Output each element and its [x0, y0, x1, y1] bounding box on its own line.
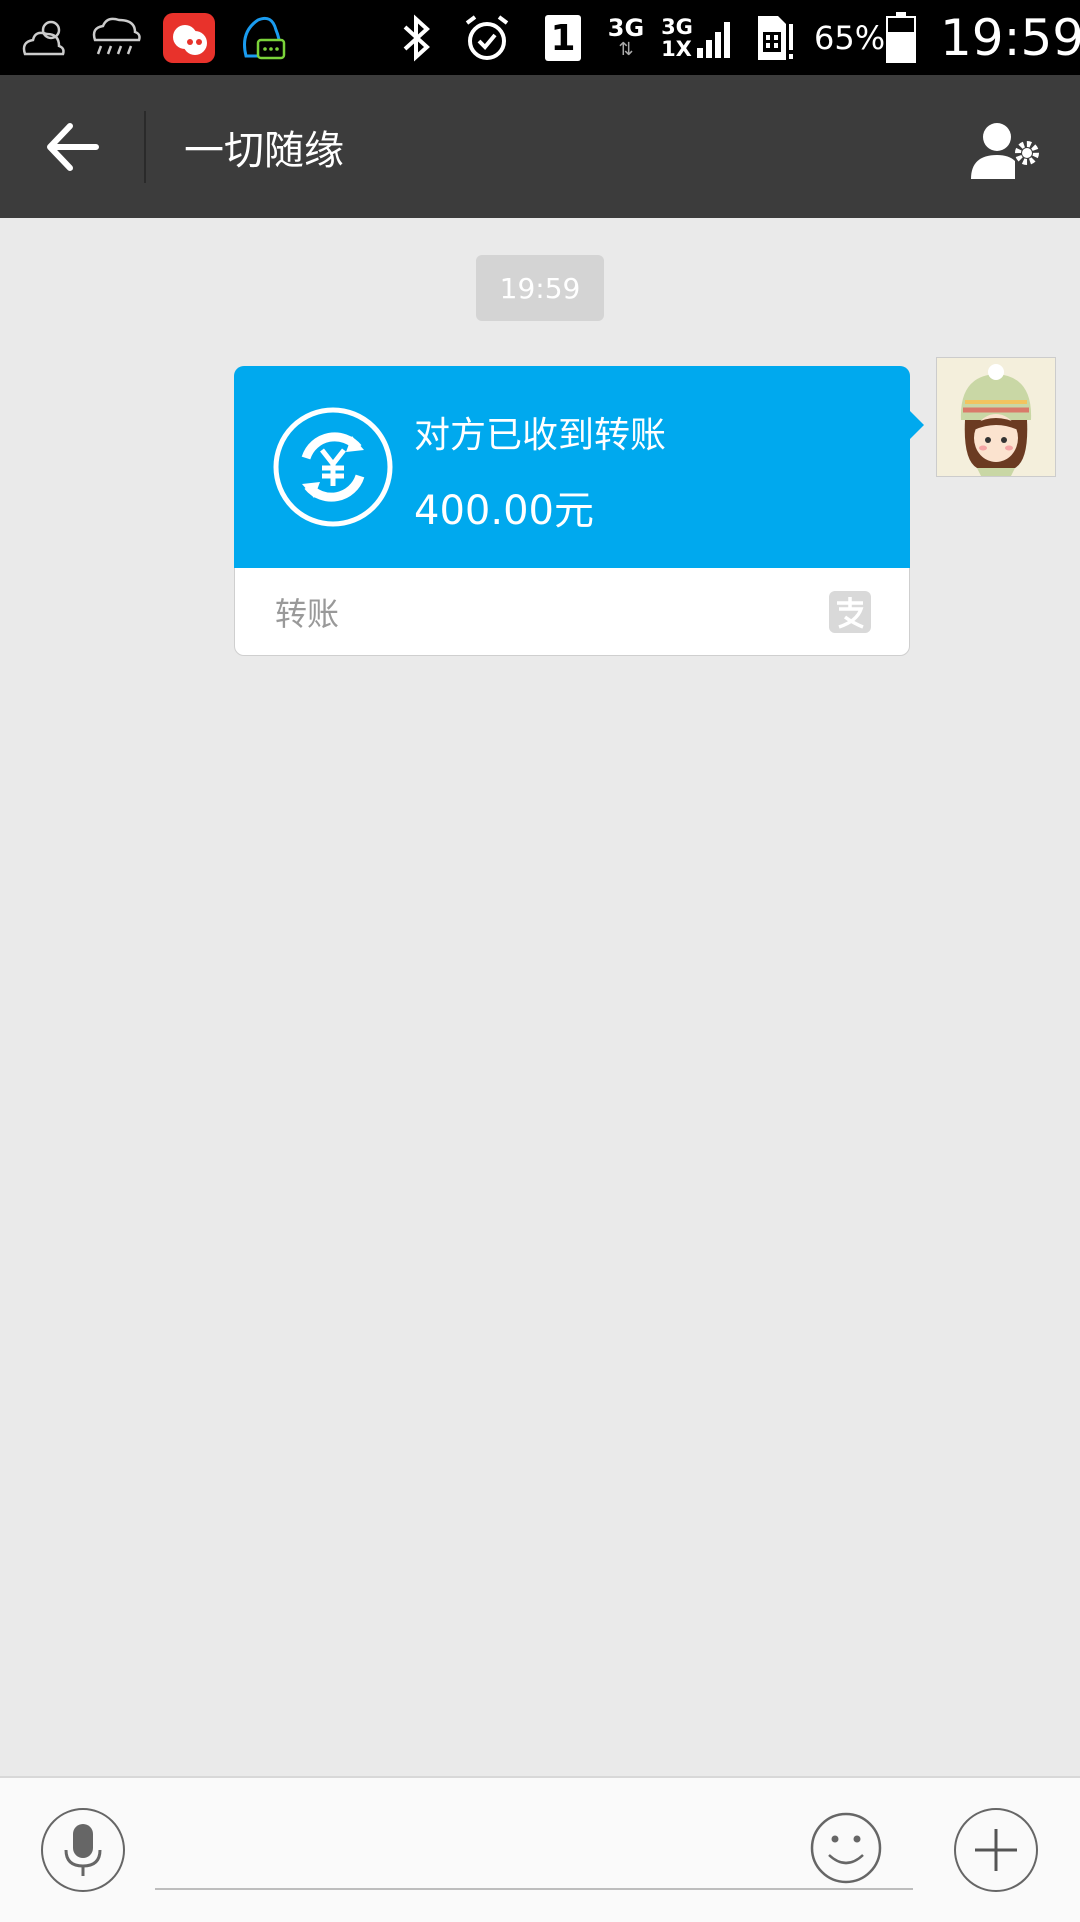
message-text-input[interactable]: [155, 1812, 913, 1890]
weather-rain-icon: [88, 10, 144, 66]
user-avatar-image: [937, 358, 1055, 476]
sim1-icon: 1: [543, 10, 583, 66]
card-tail: [908, 409, 924, 441]
qq-app-icon: [238, 10, 286, 66]
microphone-icon: [64, 1824, 102, 1876]
transfer-amount: 400.00元: [414, 488, 594, 534]
plus-icon: [975, 1829, 1017, 1871]
battery-icon: [884, 10, 918, 66]
chat-header: 一切随缘: [0, 75, 1080, 218]
message-timestamp: 19:59: [476, 255, 604, 321]
transfer-type-label: 转账: [275, 595, 340, 633]
message-input-bar: [0, 1776, 1080, 1922]
signal-3g-icon: 3G ⇅: [607, 14, 645, 60]
transfer-message-card[interactable]: 对方已收到转账 400.00元 转账: [234, 366, 910, 656]
status-bar: 1 3G ⇅ 3G 1X 65% 19:59: [0, 0, 1080, 75]
transfer-status-title: 对方已收到转账: [414, 415, 667, 456]
header-divider: [144, 111, 146, 183]
back-button[interactable]: [30, 111, 114, 183]
contact-settings-button[interactable]: [962, 115, 1052, 187]
emoji-button[interactable]: [808, 1810, 884, 1886]
network-2-top-label: 3G: [661, 15, 693, 39]
smiley-icon: [810, 1812, 882, 1884]
transfer-card-footer: 转账: [235, 569, 909, 655]
alarm-icon: [462, 10, 512, 66]
battery-percent: 65%: [814, 18, 886, 57]
status-time: 19:59: [940, 8, 1080, 67]
bluetooth-icon: [398, 10, 434, 66]
alipay-icon: [829, 591, 871, 633]
more-options-button[interactable]: [954, 1808, 1038, 1892]
avatar[interactable]: [936, 357, 1056, 477]
network-2-bottom-label: 1X: [661, 37, 692, 61]
signal-3g-1x-icon: 3G 1X: [656, 10, 740, 66]
page-title: 一切随缘: [184, 127, 344, 174]
weather-cloudy-icon: [18, 10, 70, 66]
sim-slot-label: 1: [545, 15, 581, 61]
transfer-card-header: 对方已收到转账 400.00元: [234, 366, 910, 568]
sim-card-alert-icon: [754, 10, 796, 66]
contact-settings-icon: [971, 123, 1039, 179]
transfer-yuan-icon: [273, 407, 393, 527]
weibo-app-icon: [163, 10, 215, 66]
back-arrow-icon: [47, 123, 99, 171]
voice-input-button[interactable]: [41, 1808, 125, 1892]
network-1-label: 3G: [607, 14, 645, 42]
